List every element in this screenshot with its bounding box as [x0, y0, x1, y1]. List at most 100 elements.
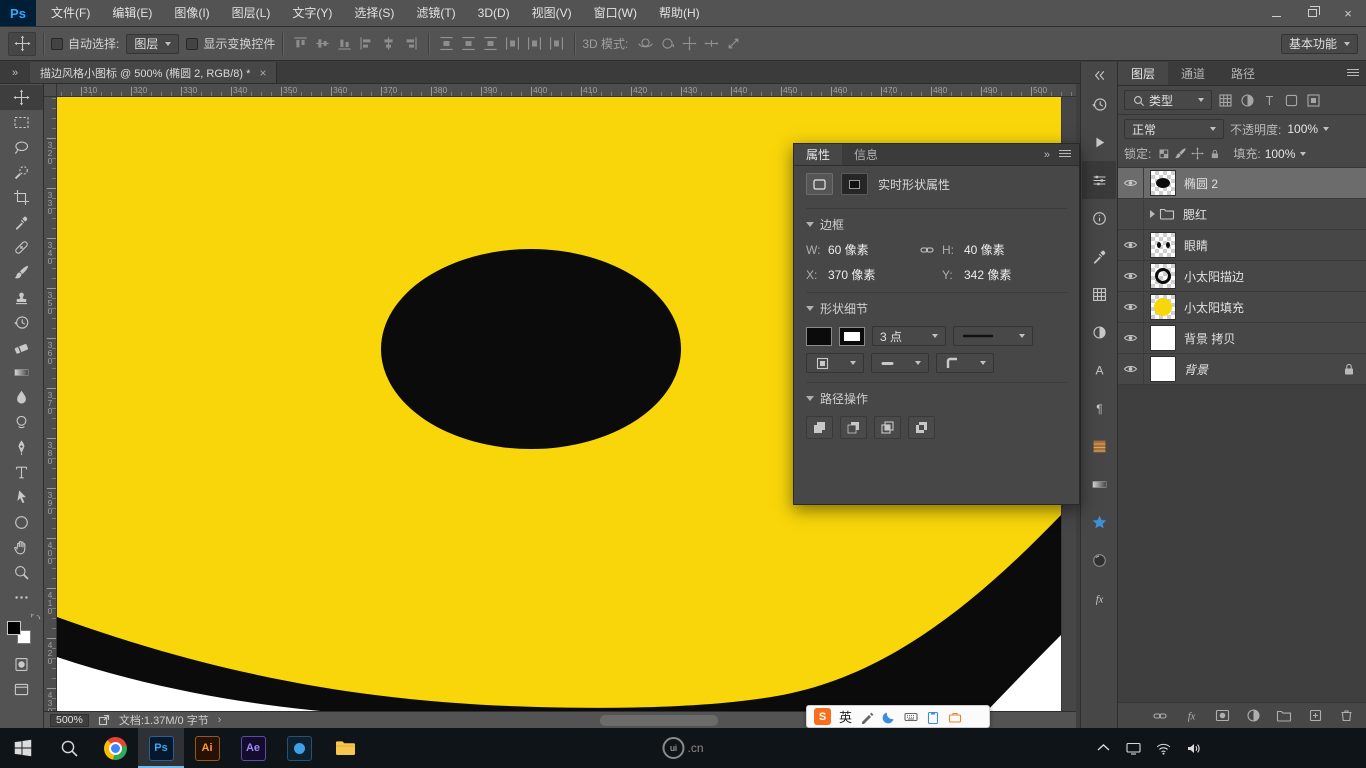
layer-name[interactable]: 腮红	[1183, 206, 1207, 223]
tab-channels[interactable]: 通道	[1168, 62, 1218, 85]
distribute-top-button[interactable]	[436, 33, 457, 54]
fill-color-swatch[interactable]	[806, 327, 832, 346]
pen-tool[interactable]	[0, 435, 44, 460]
dodge-tool[interactable]	[0, 410, 44, 435]
layer-thumbnail[interactable]	[1150, 232, 1176, 258]
screen-mode[interactable]	[0, 677, 44, 702]
current-tool-icon[interactable]	[8, 32, 36, 56]
healing-brush-tool[interactable]	[0, 235, 44, 260]
panel-collapse-icon[interactable]: »	[1044, 149, 1050, 161]
layer-thumbnail[interactable]	[1150, 170, 1176, 196]
hand-tool[interactable]	[0, 535, 44, 560]
h-field[interactable]: 40 像素	[964, 241, 1048, 258]
w-field[interactable]: 60 像素	[828, 241, 912, 258]
layer-thumbnail[interactable]	[1150, 356, 1176, 382]
status-menu-arrow-icon[interactable]: ›	[218, 714, 222, 726]
lock-transparent-pixels-button[interactable]	[1157, 147, 1170, 160]
align-horizontal-center-button[interactable]	[378, 33, 399, 54]
intersect-shapes-button[interactable]	[874, 416, 901, 439]
stroke-align-combo[interactable]	[806, 353, 864, 373]
align-vertical-center-button[interactable]	[312, 33, 333, 54]
panel-menu-icon[interactable]	[1340, 62, 1366, 85]
align-bottom-button[interactable]	[334, 33, 355, 54]
menu-item-6[interactable]: 滤镜(T)	[405, 0, 466, 26]
stroke-type-combo[interactable]	[953, 326, 1033, 346]
menu-item-7[interactable]: 3D(D)	[467, 0, 521, 26]
mask-properties-icon[interactable]	[841, 173, 868, 195]
color-panel-icon[interactable]	[1082, 237, 1116, 275]
align-right-button[interactable]	[400, 33, 421, 54]
brush-tool[interactable]	[0, 260, 44, 285]
taskbar-search-button[interactable]	[46, 728, 92, 768]
layer-row[interactable]: 腮红	[1118, 199, 1366, 230]
filter-smart-objects-button[interactable]	[1303, 90, 1323, 110]
layer-row[interactable]: 椭圆 2	[1118, 168, 1366, 199]
eye-ellipse[interactable]	[381, 249, 681, 449]
ime-keyboard-icon[interactable]	[904, 710, 918, 724]
horizontal-ruler[interactable]: 3103203303403503603703803904004104204304…	[57, 84, 1076, 97]
workspace-combo[interactable]: 基本功能	[1281, 34, 1358, 54]
layer-row[interactable]: 背景	[1118, 354, 1366, 385]
tray-network-icon[interactable]	[1148, 728, 1178, 768]
scale-3d-button[interactable]	[723, 33, 744, 54]
quick-selection-tool[interactable]	[0, 160, 44, 185]
lasso-tool[interactable]	[0, 135, 44, 160]
zoom-tool[interactable]	[0, 560, 44, 585]
distribute-bottom-button[interactable]	[480, 33, 501, 54]
blend-mode-combo[interactable]: 正常	[1124, 119, 1224, 139]
new-layer-button[interactable]	[1305, 706, 1325, 726]
layer-row[interactable]: 小太阳描边	[1118, 261, 1366, 292]
ime-pen-icon[interactable]	[860, 710, 874, 724]
layer-styles-button[interactable]: fx	[1181, 706, 1201, 726]
panels-expand-icon[interactable]	[1082, 65, 1116, 85]
tab-paths[interactable]: 路径	[1218, 62, 1268, 85]
swap-colors-icon[interactable]	[30, 613, 41, 620]
ellipse-tool[interactable]	[0, 510, 44, 535]
exclude-overlapping-shapes-button[interactable]	[908, 416, 935, 439]
taskbar-start-button[interactable]	[0, 728, 46, 768]
x-field[interactable]: 370 像素	[828, 266, 912, 283]
styles-panel-icon[interactable]	[1082, 503, 1116, 541]
menu-item-1[interactable]: 编辑(E)	[101, 0, 163, 26]
align-left-button[interactable]	[356, 33, 377, 54]
ruler-origin-corner[interactable]	[44, 84, 57, 97]
layer-name[interactable]: 椭圆 2	[1184, 175, 1218, 192]
layer-thumbnail[interactable]	[1150, 294, 1176, 320]
layer-thumbnail[interactable]	[1150, 263, 1176, 289]
auto-select-checkbox[interactable]	[51, 38, 63, 50]
opacity-field[interactable]: 100%	[1287, 122, 1329, 136]
layer-name[interactable]: 小太阳描边	[1184, 268, 1244, 285]
eraser-tool[interactable]	[0, 335, 44, 360]
filter-kind-combo[interactable]: 类型	[1124, 90, 1212, 110]
info-panel-icon[interactable]	[1082, 199, 1116, 237]
panel-menu-icon[interactable]	[1059, 150, 1071, 159]
layer-visibility-toggle[interactable]	[1118, 230, 1144, 260]
history-brush-tool[interactable]	[0, 310, 44, 335]
gradient-tool[interactable]	[0, 360, 44, 385]
restore-button[interactable]	[1294, 0, 1330, 26]
menu-item-8[interactable]: 视图(V)	[521, 0, 583, 26]
layer-row[interactable]: 眼睛	[1118, 230, 1366, 261]
taskbar-illustrator-button[interactable]: Ai	[184, 728, 230, 768]
ime-language-mode[interactable]: 英	[839, 707, 852, 726]
tab-properties[interactable]: 属性	[794, 144, 842, 165]
layer-visibility-toggle[interactable]	[1118, 292, 1144, 322]
lock-image-pixels-button[interactable]	[1174, 147, 1187, 160]
slide-3d-button[interactable]	[701, 33, 722, 54]
blur-tool[interactable]	[0, 385, 44, 410]
orbit-3d-button[interactable]	[635, 33, 656, 54]
minimize-button[interactable]	[1258, 0, 1294, 26]
tools-collapse-icon[interactable]: »	[0, 62, 30, 83]
distribute-horizontal-center-button[interactable]	[524, 33, 545, 54]
menu-item-3[interactable]: 图层(L)	[221, 0, 282, 26]
group-collapse-icon[interactable]	[1150, 210, 1155, 218]
tray-expand-icon[interactable]	[1088, 728, 1118, 768]
properties-panel-icon[interactable]	[1082, 161, 1116, 199]
link-dimensions-icon[interactable]	[912, 243, 942, 257]
distribute-left-button[interactable]	[502, 33, 523, 54]
layer-thumbnail[interactable]	[1150, 325, 1176, 351]
subtract-front-shape-button[interactable]	[840, 416, 867, 439]
menu-item-2[interactable]: 图像(I)	[163, 0, 220, 26]
y-field[interactable]: 342 像素	[964, 266, 1048, 283]
ime-toolbox-icon[interactable]	[948, 710, 962, 724]
